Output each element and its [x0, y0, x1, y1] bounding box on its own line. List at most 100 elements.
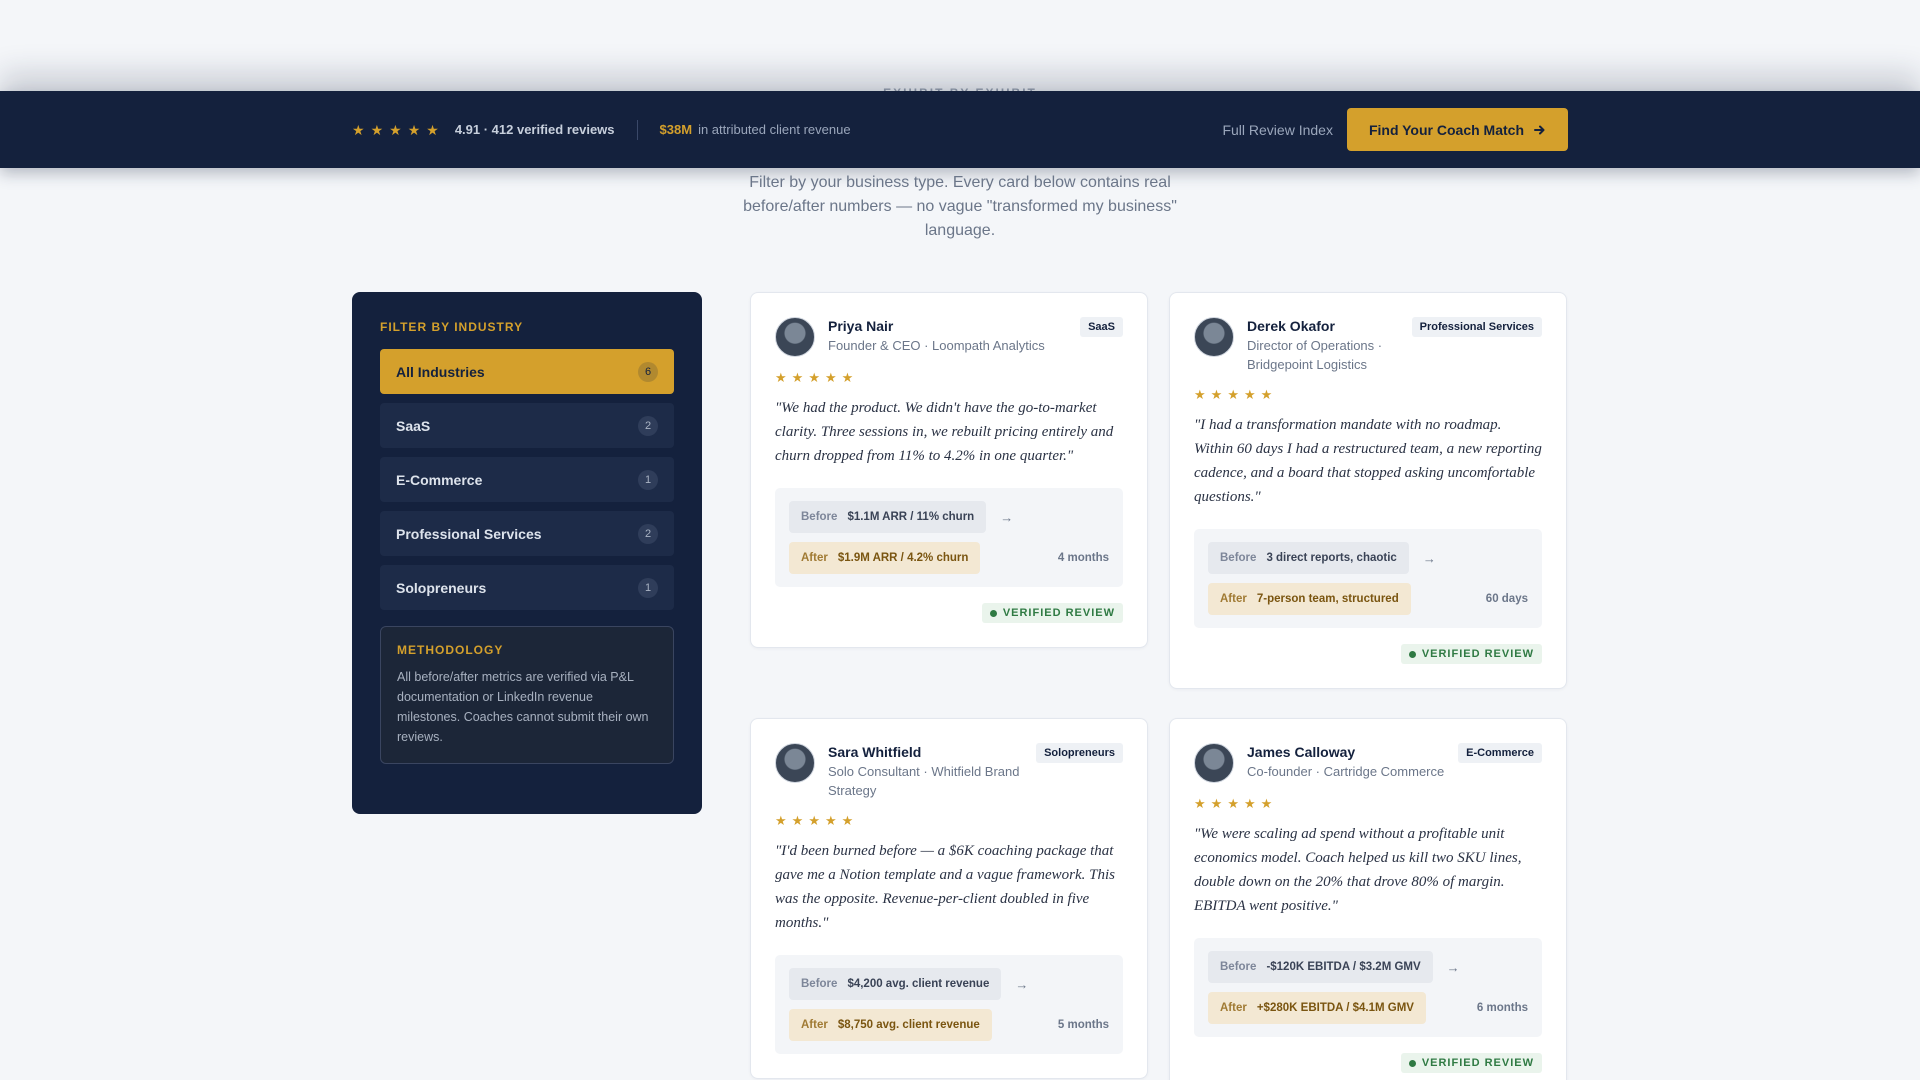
divider: [636, 119, 638, 140]
star-icon: ★: [1243, 387, 1256, 402]
find-coach-match-button[interactable]: Find Your Coach Match: [1346, 108, 1568, 151]
filter-e-commerce[interactable]: E-Commerce 1: [380, 457, 674, 502]
rating-stars: ★ ★ ★ ★ ★: [352, 123, 439, 137]
filter-count: 2: [638, 415, 658, 436]
filter-label: SaaS: [396, 417, 431, 434]
filter-label: Solopreneurs: [396, 579, 487, 596]
verified-badge: VERIFIED REVIEW: [1400, 644, 1542, 664]
review-stars: ★ ★ ★ ★ ★: [775, 814, 1123, 827]
filter-saas[interactable]: SaaS 2: [380, 403, 674, 448]
industry-tag: SaaS: [1080, 317, 1123, 337]
star-icon: ★: [841, 370, 854, 385]
review-card: Derek Okafor Director of Operations · Br…: [1169, 292, 1567, 689]
after-metric: After 7-person team, structured: [1208, 583, 1411, 615]
after-label: After: [801, 1019, 828, 1031]
reviewer-role: Co-founder · Cartridge Commerce: [1247, 764, 1445, 779]
duration: 4 months: [1057, 552, 1109, 564]
review-card: Priya Nair Founder & CEO · Loompath Anal…: [750, 292, 1148, 648]
avatar: [775, 743, 815, 783]
revenue-amount: $38M: [659, 122, 693, 137]
filter-count: 6: [638, 361, 658, 382]
star-icon: ★: [1227, 796, 1239, 811]
methodology-box: METHODOLOGY All before/after metrics are…: [380, 626, 674, 764]
reviewer-name: Derek Okafor: [1247, 318, 1335, 334]
review-stars: ★ ★ ★ ★ ★: [775, 371, 1123, 384]
star-icon: ★: [1194, 796, 1206, 811]
star-icon: ★: [1210, 387, 1223, 402]
filter-title: FILTER BY INDUSTRY: [380, 320, 524, 334]
star-icon: ★: [1243, 796, 1256, 811]
industry-tag: Solopreneurs: [1036, 743, 1123, 763]
avatar: [1194, 743, 1234, 783]
verified-label: VERIFIED REVIEW: [1421, 1057, 1534, 1069]
before-value: -$120K EBITDA / $3.2M GMV: [1266, 961, 1421, 973]
verified-label: VERIFIED REVIEW: [1421, 648, 1534, 660]
after-metric: After $1.9M ARR / 4.2% churn: [789, 542, 981, 574]
industry-tag: Professional Services: [1411, 317, 1542, 337]
arrow-right-icon: →: [1446, 959, 1460, 975]
before-metric: Before $4,200 avg. client revenue: [789, 968, 1002, 1000]
before-label: Before: [801, 511, 838, 523]
after-value: +$280K EBITDA / $4.1M GMV: [1256, 1002, 1414, 1014]
star-icon: ★: [370, 121, 384, 138]
verified-badge: VERIFIED REVIEW: [1400, 1053, 1542, 1073]
filter-all-industries[interactable]: All Industries 6: [380, 349, 674, 394]
before-after-box: Before $4,200 avg. client revenue → Afte…: [775, 955, 1123, 1054]
cta-label: Find Your Coach Match: [1368, 121, 1524, 138]
before-value: $4,200 avg. client revenue: [847, 978, 990, 990]
star-icon: ★: [389, 121, 402, 138]
before-value: $1.1M ARR / 11% churn: [847, 511, 975, 523]
after-metric: After $8,750 avg. client revenue: [789, 1009, 992, 1041]
star-icon: ★: [1194, 387, 1206, 402]
verified-label: VERIFIED REVIEW: [1002, 607, 1115, 619]
rating-summary: 4.91 · 412 verified reviews: [454, 122, 615, 137]
star-icon: ★: [775, 370, 787, 385]
star-icon: ★: [407, 121, 421, 138]
star-icon: ★: [791, 370, 804, 385]
reviewer-role: Director of Operations · Bridgepoint Log…: [1247, 338, 1383, 372]
before-metric: Before $1.1M ARR / 11% churn: [789, 501, 987, 533]
before-after-box: Before $1.1M ARR / 11% churn → After $1.…: [775, 488, 1123, 587]
star-icon: ★: [791, 813, 804, 828]
after-label: After: [1220, 593, 1247, 605]
before-metric: Before 3 direct reports, chaotic: [1208, 542, 1409, 574]
star-icon: ★: [824, 813, 837, 828]
reviewer-role: Solo Consultant · Whitfield Brand Strate…: [828, 764, 1020, 798]
reviewer-name: Sara Whitfield: [828, 744, 922, 760]
before-label: Before: [1220, 961, 1257, 973]
filter-count: 1: [638, 469, 658, 490]
reviewer-role: Founder & CEO · Loompath Analytics: [828, 338, 1045, 353]
star-icon: ★: [352, 121, 365, 138]
filter-label: Professional Services: [396, 525, 542, 542]
review-quote: "I had a transformation mandate with no …: [1194, 417, 1542, 505]
before-after-box: Before -$120K EBITDA / $3.2M GMV → After…: [1194, 938, 1542, 1037]
star-icon: ★: [824, 370, 837, 385]
revenue-label: in attributed client revenue: [698, 122, 851, 137]
duration: 5 months: [1057, 1019, 1109, 1031]
review-card: James Calloway Co-founder · Cartridge Co…: [1169, 718, 1567, 1080]
reviewer-name: Priya Nair: [828, 318, 894, 334]
check-dot-icon: [1408, 650, 1416, 658]
review-quote: "We were scaling ad spend without a prof…: [1194, 826, 1522, 914]
before-metric: Before -$120K EBITDA / $3.2M GMV: [1208, 951, 1433, 983]
sticky-summary-bar: ★ ★ ★ ★ ★ 4.91 · 412 verified reviews $3…: [0, 91, 1920, 168]
check-dot-icon: [1408, 1059, 1416, 1067]
avatar: [1194, 317, 1234, 357]
before-value: 3 direct reports, chaotic: [1266, 552, 1397, 564]
filter-solopreneurs[interactable]: Solopreneurs 1: [380, 565, 674, 610]
star-icon: ★: [426, 121, 439, 138]
arrow-right-icon: →: [1000, 509, 1014, 525]
star-icon: ★: [1210, 796, 1223, 811]
review-quote: "I'd been burned before — a $6K coaching…: [775, 843, 1115, 931]
after-metric: After +$280K EBITDA / $4.1M GMV: [1208, 992, 1426, 1024]
methodology-text: All before/after metrics are verified vi…: [397, 670, 649, 744]
arrow-right-icon: →: [1015, 976, 1029, 992]
filter-professional-services[interactable]: Professional Services 2: [380, 511, 674, 556]
full-review-index-link[interactable]: Full Review Index: [1222, 122, 1333, 138]
filter-label: E-Commerce: [396, 471, 483, 488]
review-stars: ★ ★ ★ ★ ★: [1194, 797, 1542, 810]
star-icon: ★: [808, 370, 820, 385]
star-icon: ★: [775, 813, 787, 828]
star-icon: ★: [808, 813, 820, 828]
filter-count: 1: [638, 577, 658, 598]
